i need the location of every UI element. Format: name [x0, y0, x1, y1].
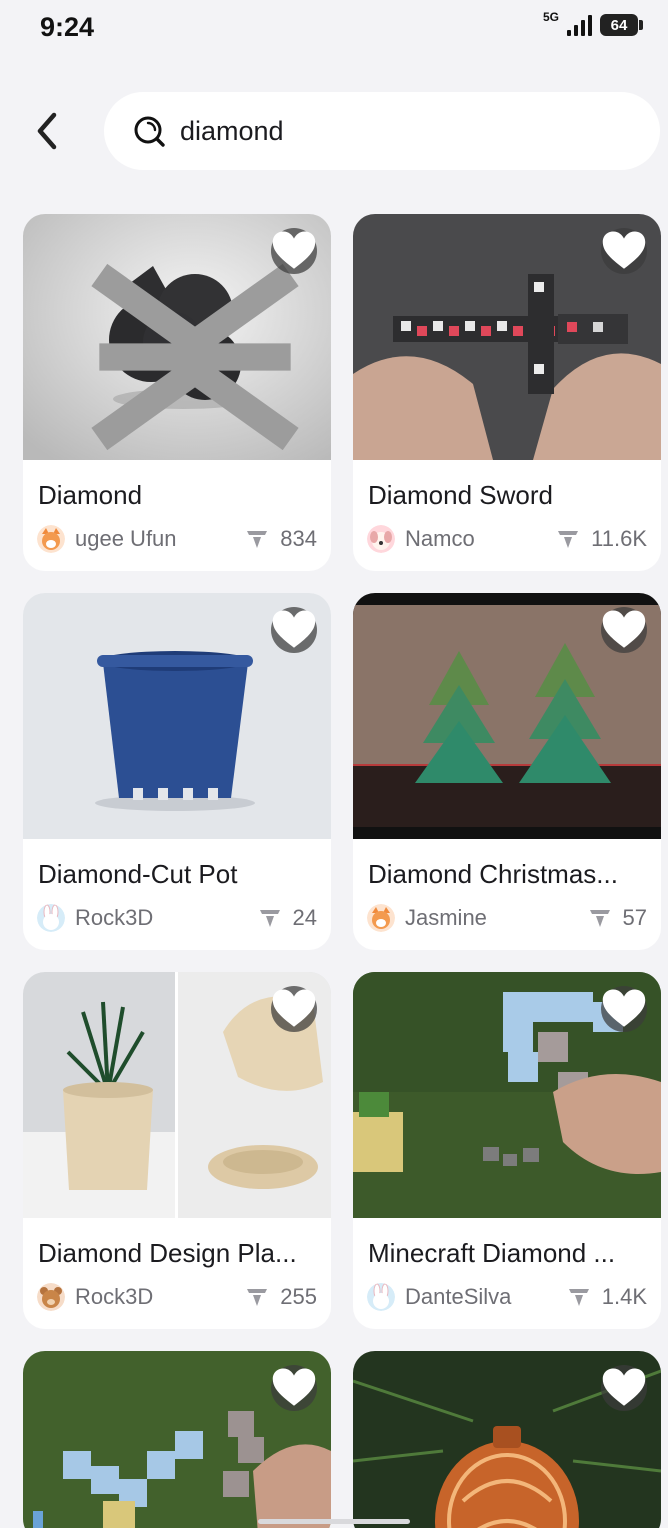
heart-icon	[602, 1368, 646, 1406]
search-icon	[134, 116, 165, 147]
search-header	[0, 88, 668, 174]
card-meta: Jasmine 57	[367, 903, 647, 933]
card-thumbnail	[353, 972, 661, 1218]
bunny-avatar[interactable]	[367, 1283, 395, 1311]
card-meta: Rock3D 24	[37, 903, 317, 933]
favorite-button[interactable]	[601, 228, 647, 274]
favorite-button[interactable]	[271, 607, 317, 653]
card-meta: ugee Ufun 834	[37, 524, 317, 554]
favorite-button[interactable]	[271, 986, 317, 1032]
card-thumbnail	[23, 1351, 331, 1528]
card-title: Diamond Sword	[368, 480, 553, 510]
status-bar: 9:24 5G 64	[0, 0, 668, 60]
result-card[interactable]: Diamond-Cut Pot Rock3D 24	[23, 593, 331, 950]
download-count: 255	[280, 1284, 317, 1309]
back-button[interactable]	[26, 108, 68, 154]
status-icons: 5G 64	[543, 10, 643, 36]
heart-icon	[602, 231, 646, 269]
heart-icon	[602, 989, 646, 1027]
result-card[interactable]	[23, 1351, 331, 1528]
card-meta: Rock3D 255	[37, 1282, 317, 1312]
download-icon	[259, 910, 280, 927]
chevron-left-icon	[37, 112, 57, 150]
card-thumbnail	[353, 214, 661, 460]
author-name[interactable]: Namco	[405, 526, 557, 552]
card-meta: DanteSilva 1.4K	[367, 1282, 647, 1312]
favorite-button[interactable]	[601, 607, 647, 653]
result-card[interactable]: Minecraft Diamond ... DanteSilva 1.4K	[353, 972, 661, 1329]
bear-avatar[interactable]	[37, 1283, 65, 1311]
result-card[interactable]	[353, 1351, 661, 1528]
card-thumbnail	[353, 593, 661, 839]
dog-avatar[interactable]	[367, 525, 395, 553]
author-name[interactable]: Rock3D	[75, 1284, 246, 1310]
card-title: Minecraft Diamond ...	[368, 1238, 616, 1268]
fox-avatar[interactable]	[37, 525, 65, 553]
download-icon	[589, 910, 610, 927]
search-input[interactable]	[180, 115, 620, 147]
card-title: Diamond	[38, 480, 143, 510]
download-icon	[568, 1289, 589, 1306]
download-count: 11.6K	[591, 526, 647, 551]
author-name[interactable]: Rock3D	[75, 905, 259, 931]
card-thumbnail	[353, 1351, 661, 1528]
result-card[interactable]: Diamond ugee Ufun 834	[23, 214, 331, 571]
network-label: 5G	[542, 10, 559, 24]
download-icon	[558, 531, 579, 548]
download-count: 1.4K	[601, 1284, 647, 1309]
card-title: Diamond Design Pla...	[38, 1238, 297, 1268]
search-bar[interactable]	[104, 92, 660, 170]
heart-icon	[272, 1368, 316, 1406]
result-card[interactable]: Diamond Design Pla... Rock3D 255	[23, 972, 331, 1329]
heart-icon	[272, 231, 316, 269]
status-time: 9:24	[40, 12, 95, 42]
results-grid: Diamond ugee Ufun 834 Diamond Sword Namc…	[23, 214, 661, 1528]
fox-avatar[interactable]	[367, 904, 395, 932]
download-count: 24	[292, 905, 317, 930]
favorite-button[interactable]	[601, 986, 647, 1032]
download-icon	[247, 1289, 268, 1306]
card-title: Diamond-Cut Pot	[38, 859, 238, 889]
bunny-avatar[interactable]	[37, 904, 65, 932]
card-thumbnail	[23, 972, 331, 1218]
author-name[interactable]: ugee Ufun	[75, 526, 246, 552]
download-count: 834	[280, 526, 317, 551]
card-title: Diamond Christmas...	[368, 859, 618, 889]
favorite-button[interactable]	[601, 1365, 647, 1411]
favorite-button[interactable]	[271, 228, 317, 274]
download-count: 57	[622, 905, 647, 930]
heart-icon	[602, 610, 646, 648]
card-meta: Namco 11.6K	[367, 524, 647, 554]
card-thumbnail	[23, 593, 331, 839]
home-indicator	[258, 1519, 410, 1524]
result-card[interactable]: Diamond Sword Namco 11.6K	[353, 214, 661, 571]
author-name[interactable]: DanteSilva	[405, 1284, 568, 1310]
result-card[interactable]: Diamond Christmas... Jasmine 57	[353, 593, 661, 950]
battery-icon: 64	[600, 14, 643, 36]
author-name[interactable]: Jasmine	[405, 905, 589, 931]
heart-icon	[272, 610, 316, 648]
download-icon	[247, 531, 268, 548]
card-thumbnail	[23, 214, 331, 460]
heart-icon	[272, 989, 316, 1027]
favorite-button[interactable]	[271, 1365, 317, 1411]
signal-icon	[567, 14, 592, 36]
battery-level: 64	[610, 16, 628, 34]
